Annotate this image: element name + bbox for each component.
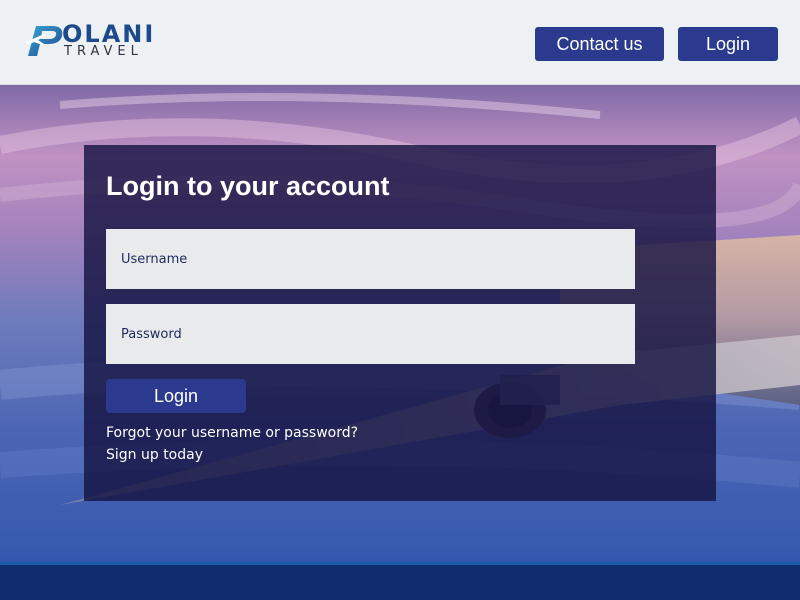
brand-logo[interactable]: OLANI TRAVEL	[22, 20, 162, 62]
header-login-button[interactable]: Login	[678, 27, 778, 61]
contact-us-button[interactable]: Contact us	[535, 27, 664, 61]
forgot-credentials-link[interactable]: Forgot your username or password?	[106, 425, 358, 441]
password-input[interactable]	[106, 304, 635, 364]
plane-logo-icon	[26, 26, 63, 56]
login-panel: Login to your account Login Forgot your …	[84, 145, 716, 501]
brand-tagline: TRAVEL	[64, 44, 143, 59]
username-input[interactable]	[106, 229, 635, 289]
login-title: Login to your account	[106, 171, 390, 201]
login-submit-button[interactable]: Login	[106, 379, 246, 413]
site-header: OLANI TRAVEL Contact us Login	[0, 0, 800, 85]
sign-up-link[interactable]: Sign up today	[106, 447, 203, 463]
site-footer	[0, 562, 800, 600]
